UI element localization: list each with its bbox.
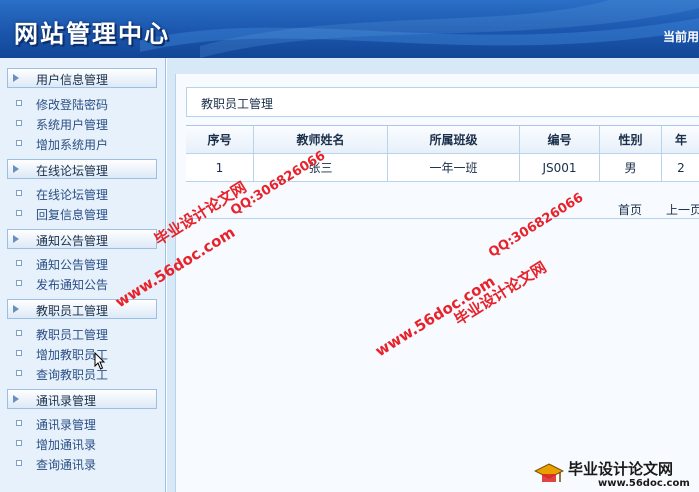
arrow-right-icon — [13, 74, 19, 82]
column-header-age[interactable]: 年 — [662, 126, 699, 154]
menu-group-label: 通讯录管理 — [36, 394, 97, 408]
menu-group-label: 在线论坛管理 — [36, 164, 109, 178]
cell-index: 1 — [186, 154, 254, 182]
column-header-gender[interactable]: 性别 — [600, 126, 662, 154]
column-header-class[interactable]: 所属班级 — [388, 126, 520, 154]
arrow-right-icon — [13, 395, 19, 403]
top-header: 网站管理中心 当前用 — [0, 0, 699, 58]
page: 网站管理中心 当前用 用户信息管理 修改登陆密码 系统用户管理 增加系统用户 在… — [0, 0, 699, 492]
cell-code: JS001 — [520, 154, 600, 182]
bullet-icon — [16, 370, 22, 376]
cell-class: 一年一班 — [388, 154, 520, 182]
menu-item-label: 在线论坛管理 — [36, 188, 109, 202]
current-user-label: 当前用 — [662, 30, 699, 44]
menu-group-notice[interactable]: 通知公告管理 — [7, 229, 157, 249]
menu-item-label: 增加系统用户 — [36, 138, 109, 152]
cell-gender: 男 — [600, 154, 662, 182]
pager: 首页 上一页 — [186, 199, 699, 219]
menu-item-label: 修改登陆密码 — [36, 98, 109, 112]
header-swoosh-decoration — [140, 0, 699, 58]
graduation-cap-icon — [534, 463, 564, 482]
bullet-icon — [16, 460, 22, 466]
menu-item-label: 通讯录管理 — [36, 418, 97, 432]
arrow-right-icon — [13, 235, 19, 243]
corner-logo-url: www.56doc.com — [598, 478, 690, 489]
cell-age: 2 — [662, 154, 699, 182]
corner-watermark-logo: 毕业设计论文网 www.56doc.com — [530, 458, 699, 492]
menu-group-label: 教职员工管理 — [36, 304, 109, 318]
site-title: 网站管理中心 — [14, 20, 170, 48]
menu-group-user-info[interactable]: 用户信息管理 — [7, 68, 157, 88]
menu-group-label: 用户信息管理 — [36, 73, 109, 87]
pager-first-link[interactable]: 首页 — [618, 201, 642, 218]
pager-prev-link[interactable]: 上一页 — [666, 201, 699, 218]
page-title: 教职员工管理 — [201, 97, 274, 111]
bullet-icon — [16, 120, 22, 126]
arrow-right-icon — [13, 165, 19, 173]
bullet-icon — [16, 420, 22, 426]
menu-item-label: 发布通知公告 — [36, 278, 109, 292]
bullet-icon — [16, 440, 22, 446]
menu-group-forum[interactable]: 在线论坛管理 — [7, 159, 157, 179]
bullet-icon — [16, 140, 22, 146]
bullet-icon — [16, 190, 22, 196]
mouse-cursor-icon — [94, 352, 106, 370]
menu-item-label: 增加通讯录 — [36, 438, 97, 452]
main-area: 教职员工管理 序号 教师姓名 所属班级 编号 性别 年 1 张三 一年一班 JS… — [167, 58, 699, 492]
bullet-icon — [16, 280, 22, 286]
bullet-icon — [16, 260, 22, 266]
menu-item-label: 系统用户管理 — [36, 118, 109, 132]
table-row[interactable]: 1 张三 一年一班 JS001 男 2 — [186, 154, 699, 182]
arrow-right-icon — [13, 305, 19, 313]
menu-item-label: 教职员工管理 — [36, 328, 109, 342]
menu-group-contacts[interactable]: 通讯录管理 — [7, 389, 157, 409]
staff-table: 序号 教师姓名 所属班级 编号 性别 年 1 张三 一年一班 JS001 男 2 — [186, 125, 699, 183]
column-header-code[interactable]: 编号 — [520, 126, 600, 154]
table-header-row: 序号 教师姓名 所属班级 编号 性别 年 — [186, 126, 699, 154]
menu-item-label: 通知公告管理 — [36, 258, 109, 272]
menu-item-label: 回复信息管理 — [36, 208, 109, 222]
breadcrumb: 教职员工管理 — [186, 87, 699, 117]
menu-item-label: 查询通讯录 — [36, 458, 97, 472]
column-header-index[interactable]: 序号 — [186, 126, 254, 154]
bullet-icon — [16, 100, 22, 106]
bullet-icon — [16, 330, 22, 336]
bullet-icon — [16, 210, 22, 216]
bullet-icon — [16, 350, 22, 356]
sidebar-menu: 用户信息管理 修改登陆密码 系统用户管理 增加系统用户 在线论坛管理 在线论坛管… — [0, 58, 166, 492]
corner-logo-title: 毕业设计论文网 — [568, 460, 674, 478]
menu-group-label: 通知公告管理 — [36, 234, 109, 248]
content-panel: 教职员工管理 序号 教师姓名 所属班级 编号 性别 年 1 张三 一年一班 JS… — [175, 74, 699, 492]
